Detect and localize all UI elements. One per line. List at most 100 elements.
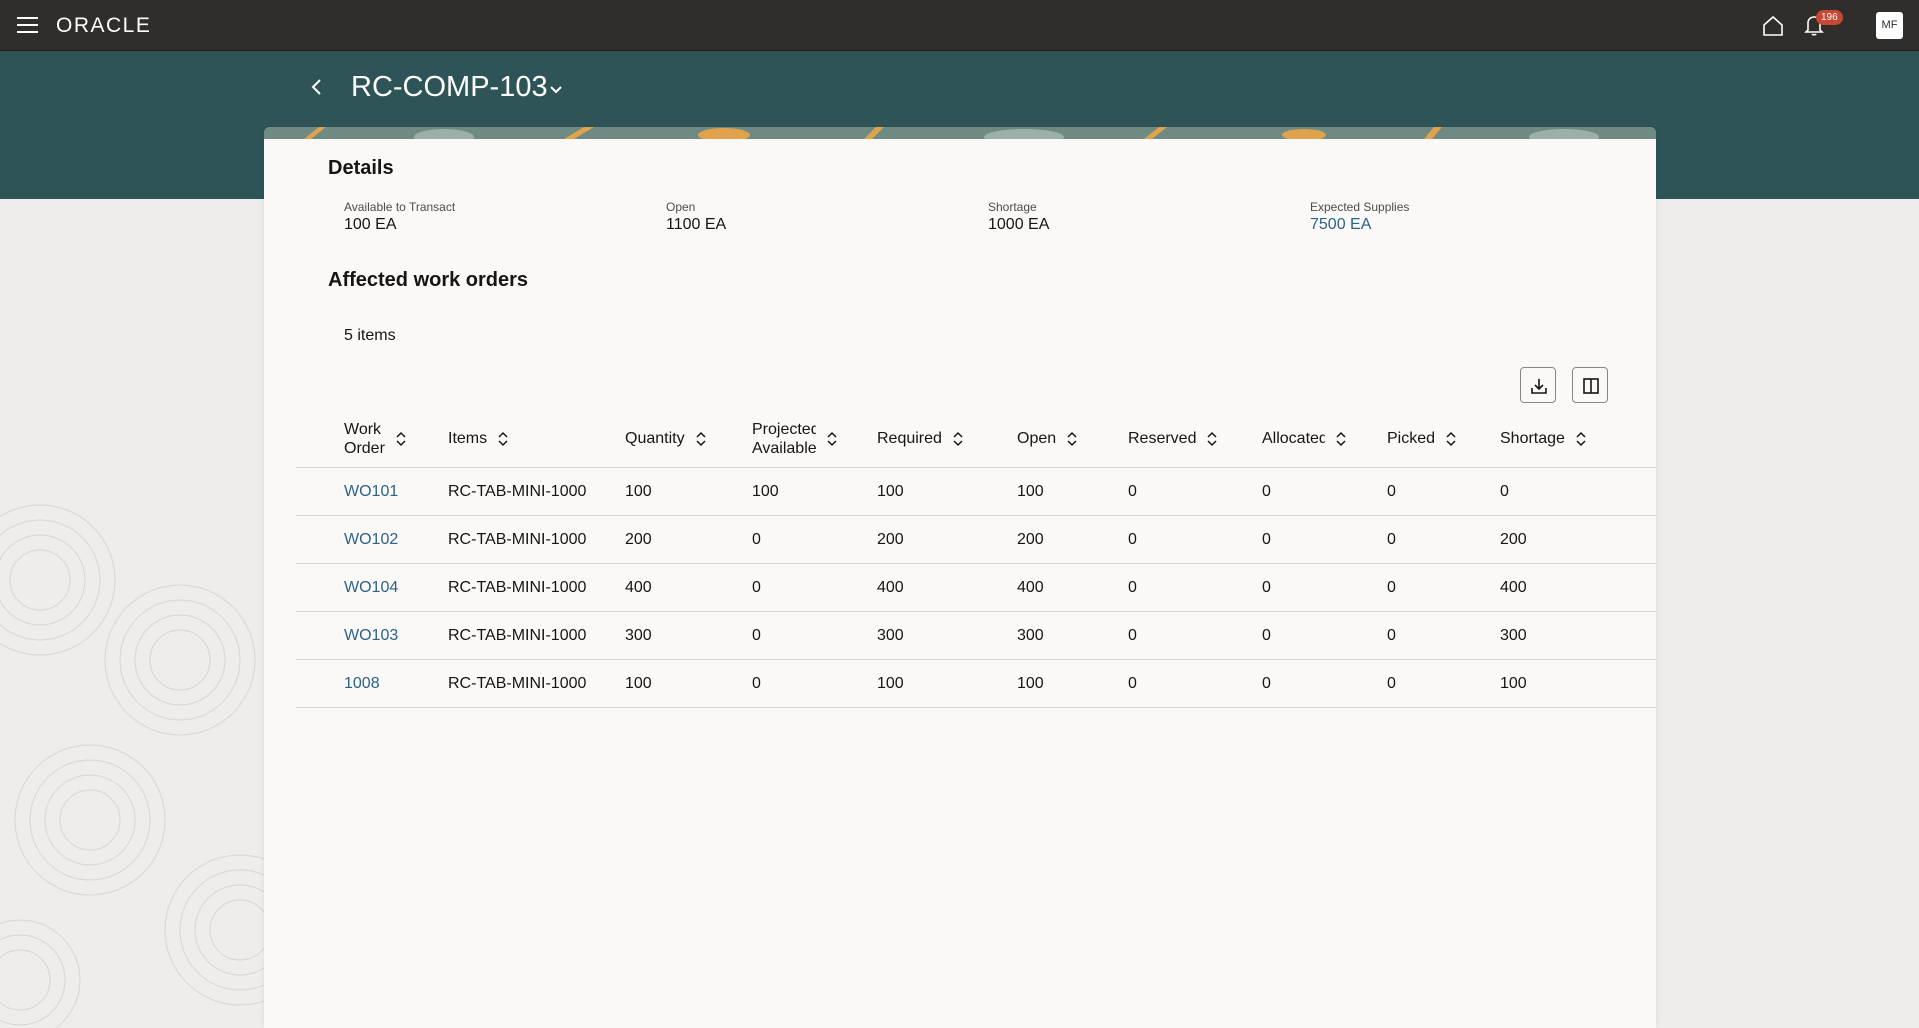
export-button[interactable] <box>1520 367 1556 403</box>
menu-icon[interactable] <box>17 17 38 33</box>
affected-work-orders-heading: Affected work orders <box>328 269 529 291</box>
detail-label-available: Available to Transact <box>344 200 456 214</box>
cell-open: 300 <box>1017 627 1044 644</box>
work-order-link[interactable]: WO103 <box>344 612 398 659</box>
cell-reserved: 0 <box>1128 675 1137 692</box>
cell-open: 100 <box>1017 675 1044 692</box>
table-row[interactable]: WO104 RC-TAB-MINI-1000 400 0 400 400 0 0 0 400 <box>296 564 1656 612</box>
sort-icon[interactable] <box>1335 431 1347 447</box>
cell-projected-available: 100 <box>752 483 779 500</box>
columns-icon <box>1583 378 1599 394</box>
column-header-required[interactable]: Required <box>877 410 987 467</box>
page-title: RC-COMP-103 <box>351 71 548 103</box>
home-icon[interactable] <box>1761 14 1785 38</box>
detail-value-open: 1100 EA <box>666 216 727 233</box>
sort-icon[interactable] <box>952 431 964 447</box>
cell-required: 300 <box>877 627 904 644</box>
sort-icon[interactable] <box>826 431 838 447</box>
column-header-allocated[interactable]: Allocated <box>1262 410 1372 467</box>
table-body: WO101 RC-TAB-MINI-1000 100 100 100 100 0 0 0 0 WO1… <box>296 468 1656 708</box>
cell-projected-available: 0 <box>752 579 761 596</box>
cell-quantity: 100 <box>625 483 652 500</box>
column-header-shortage[interactable]: Shortage <box>1500 410 1620 467</box>
cell-item: RC-TAB-MINI-1000 <box>448 483 587 500</box>
download-icon <box>1531 379 1547 394</box>
cell-required: 100 <box>877 675 904 692</box>
back-chevron-icon[interactable] <box>306 76 328 98</box>
column-header-items[interactable]: Items <box>448 410 568 467</box>
cell-picked: 0 <box>1387 627 1396 644</box>
cell-required: 400 <box>877 579 904 596</box>
cell-shortage: 400 <box>1500 579 1527 596</box>
work-order-link[interactable]: WO104 <box>344 564 398 611</box>
cell-quantity: 100 <box>625 675 652 692</box>
cell-allocated: 0 <box>1262 579 1271 596</box>
cell-quantity: 300 <box>625 627 652 644</box>
cell-required: 100 <box>877 483 904 500</box>
chevron-down-icon[interactable] <box>548 82 564 98</box>
table-row[interactable]: 1008 RC-TAB-MINI-1000 100 0 100 100 0 0 0 100 <box>296 660 1656 708</box>
work-order-link[interactable]: WO101 <box>344 468 398 515</box>
column-header-quantity[interactable]: Quantity <box>625 410 735 467</box>
table-row[interactable]: WO101 RC-TAB-MINI-1000 100 100 100 100 0 0 0 0 <box>296 468 1656 516</box>
cell-quantity: 200 <box>625 531 652 548</box>
cell-shortage: 200 <box>1500 531 1527 548</box>
cell-reserved: 0 <box>1128 483 1137 500</box>
sort-icon[interactable] <box>695 431 707 447</box>
column-header-open[interactable]: Open <box>1017 410 1117 467</box>
cell-item: RC-TAB-MINI-1000 <box>448 531 587 548</box>
oracle-logo[interactable]: ORACLE <box>56 14 151 38</box>
cell-allocated: 0 <box>1262 675 1271 692</box>
user-avatar[interactable]: MF <box>1876 12 1903 39</box>
column-header-work-order[interactable]: Work Order <box>344 410 424 467</box>
work-order-link[interactable]: WO102 <box>344 516 398 563</box>
expected-supplies-link[interactable]: 7500 EA <box>1310 216 1371 234</box>
cell-projected-available: 0 <box>752 627 761 644</box>
table-row[interactable]: WO103 RC-TAB-MINI-1000 300 0 300 300 0 0 0 300 <box>296 612 1656 660</box>
column-header-reserved[interactable]: Reserved <box>1128 410 1238 467</box>
sort-icon[interactable] <box>497 431 509 447</box>
cell-allocated: 0 <box>1262 627 1271 644</box>
sort-icon[interactable] <box>1206 431 1218 447</box>
cell-projected-available: 0 <box>752 675 761 692</box>
cell-picked: 0 <box>1387 483 1396 500</box>
cell-open: 100 <box>1017 483 1044 500</box>
cell-reserved: 0 <box>1128 579 1137 596</box>
detail-value-available: 100 EA <box>344 216 397 233</box>
items-count: 5 items <box>344 327 396 344</box>
cell-projected-available: 0 <box>752 531 761 548</box>
sort-icon[interactable] <box>1445 431 1457 447</box>
notification-badge: 196 <box>1816 10 1843 25</box>
item-detail-card: Details Available to Transact 100 EA Ope… <box>264 127 1656 1028</box>
cell-allocated: 0 <box>1262 483 1271 500</box>
work-order-link[interactable]: 1008 <box>344 660 380 707</box>
table-row[interactable]: WO102 RC-TAB-MINI-1000 200 0 200 200 0 0 0 200 <box>296 516 1656 564</box>
details-heading: Details <box>328 157 394 179</box>
cell-picked: 0 <box>1387 531 1396 548</box>
column-header-picked[interactable]: Picked <box>1387 410 1487 467</box>
sort-icon[interactable] <box>395 431 407 447</box>
cell-required: 200 <box>877 531 904 548</box>
cell-allocated: 0 <box>1262 531 1271 548</box>
columns-button[interactable] <box>1572 367 1608 403</box>
detail-label-shortage: Shortage <box>988 200 1037 214</box>
cell-open: 400 <box>1017 579 1044 596</box>
cell-quantity: 400 <box>625 579 652 596</box>
work-orders-table: Work Order Items Quantity Projected Availa… <box>296 410 1656 708</box>
cell-shortage: 300 <box>1500 627 1527 644</box>
cell-reserved: 0 <box>1128 627 1137 644</box>
cell-picked: 0 <box>1387 579 1396 596</box>
cell-item: RC-TAB-MINI-1000 <box>448 675 587 692</box>
table-header-row: Work Order Items Quantity Projected Availa… <box>296 410 1656 468</box>
cell-item: RC-TAB-MINI-1000 <box>448 579 587 596</box>
detail-value-shortage: 1000 EA <box>988 216 1050 233</box>
sort-icon[interactable] <box>1066 431 1078 447</box>
cell-item: RC-TAB-MINI-1000 <box>448 627 587 644</box>
detail-label-open: Open <box>666 200 696 214</box>
detail-label-expected-supplies: Expected Supplies <box>1310 200 1410 214</box>
cell-shortage: 100 <box>1500 675 1527 692</box>
cell-picked: 0 <box>1387 675 1396 692</box>
card-banner-pattern <box>264 127 1656 139</box>
sort-icon[interactable] <box>1575 431 1587 447</box>
column-header-projected-available[interactable]: Projected Available <box>752 410 852 467</box>
